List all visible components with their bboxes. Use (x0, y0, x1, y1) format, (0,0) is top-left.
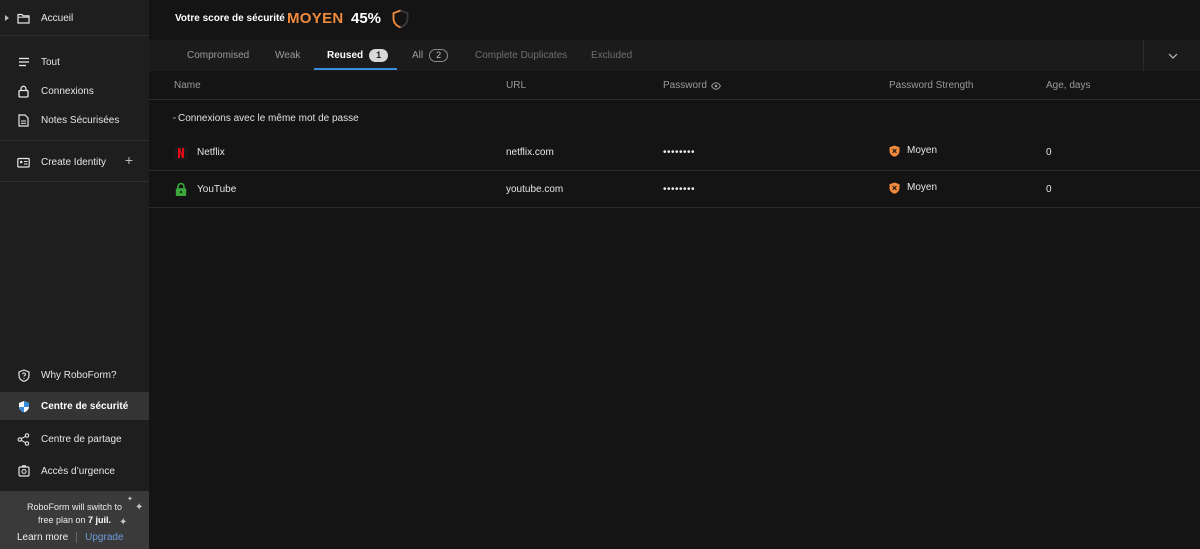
security-score-header: Votre score de sécurité MOYEN 45% (149, 0, 1200, 40)
active-tab-indicator (314, 68, 397, 70)
tabbar-divider (1143, 40, 1144, 71)
url-cell: youtube.com (506, 184, 564, 195)
sidebar-item-label: Accès d’urgence (41, 465, 115, 477)
id-card-icon (17, 156, 30, 169)
list-icon (17, 56, 30, 69)
sidebar-item-logins[interactable]: Connexions (0, 77, 149, 105)
column-header-label: Password (663, 80, 707, 91)
folder-icon (17, 12, 30, 25)
sidebar-item-security-center[interactable]: Centre de sécurité (0, 392, 149, 420)
column-header-name[interactable]: Name (174, 80, 201, 91)
note-icon (17, 113, 30, 127)
sidebar-item-emergency-access[interactable]: Accès d’urgence (0, 457, 149, 485)
column-header-strength[interactable]: Password Strength (889, 80, 974, 91)
sidebar-item-label: Why RoboForm? (41, 369, 117, 381)
netflix-icon (174, 145, 188, 160)
lock-green-icon (174, 182, 188, 197)
sidebar-divider (0, 181, 149, 182)
tab-all[interactable]: All 2 (412, 40, 449, 71)
strength-label: Moyen (907, 145, 938, 156)
tab-label: Compromised (187, 50, 250, 61)
sidebar-item-label: Centre de sécurité (41, 400, 129, 412)
table-header: Name URL Password Password Strength Age,… (149, 71, 1200, 100)
sidebar-item-why-roboform[interactable]: Why RoboForm? (0, 361, 149, 389)
shield-question-icon (17, 368, 30, 382)
table-row[interactable]: Netflix netflix.com •••••••• Moyen 0 (149, 134, 1200, 171)
sidebar-item-label: Tout (41, 56, 60, 68)
plan-switch-line2: free plan on (37, 515, 89, 525)
sidebar-divider (0, 35, 149, 36)
strength-label: Moyen (907, 182, 938, 193)
sidebar-item-label: Notes Sécurisées (41, 114, 120, 126)
plan-switch-text: RoboForm will switch to free plan on 7 j… (0, 501, 149, 527)
emergency-icon (17, 465, 30, 478)
tab-label: Reused (327, 50, 364, 61)
expand-caret-icon[interactable] (5, 15, 9, 21)
age-cell: 0 (1046, 184, 1052, 195)
sidebar-item-label: Connexions (41, 85, 94, 97)
sidebar-divider (0, 140, 149, 141)
strength-cell: Moyen (889, 132, 937, 169)
table-row[interactable]: YouTube youtube.com •••••••• Moyen 0 (149, 171, 1200, 208)
tab-label: All (412, 50, 424, 61)
group-label: Connexions avec le même mot de passe (178, 113, 359, 124)
tab-label: Complete Duplicates (475, 50, 568, 61)
tab-reused[interactable]: Reused 1 (327, 40, 389, 71)
tab-label: Excluded (591, 50, 633, 61)
sidebar-item-all[interactable]: Tout (0, 48, 149, 76)
plan-switch-date: 7 juil. (88, 515, 112, 525)
tab-count-badge: 2 (429, 49, 449, 62)
strength-shield-icon (889, 182, 900, 194)
upgrade-link[interactable]: Upgrade (85, 532, 123, 543)
sidebar-item-label: Accueil (41, 12, 74, 24)
age-cell: 0 (1046, 147, 1052, 158)
password-cell: •••••••• (663, 147, 696, 158)
url-cell: netflix.com (506, 147, 554, 158)
plan-switch-links: Learn more Upgrade (17, 532, 124, 543)
strength-cell: Moyen (889, 169, 937, 206)
link-separator (76, 532, 78, 543)
sidebar-item-secure-notes[interactable]: Notes Sécurisées (0, 106, 149, 134)
column-header-age[interactable]: Age, days (1046, 80, 1090, 91)
sidebar-item-label: Create Identity (41, 156, 107, 168)
group-header[interactable]: ⌄ Connexions avec le même mot de passe (149, 108, 1200, 128)
tab-weak[interactable]: Weak (275, 40, 300, 71)
sidebar: Accueil Tout Connexions Notes Sécurisées… (0, 0, 149, 549)
plus-icon[interactable]: + (125, 153, 133, 167)
learn-more-link[interactable]: Learn more (17, 532, 68, 543)
security-tabs: Compromised Weak Reused 1 All 2 Complete… (149, 40, 1200, 71)
security-score-percent: 45% (351, 10, 382, 27)
score-shield-icon (392, 9, 409, 32)
sidebar-item-label: Centre de partage (41, 433, 122, 445)
tab-count-badge: 1 (369, 49, 389, 62)
security-shield-icon (17, 400, 30, 413)
password-cell: •••••••• (663, 184, 696, 195)
security-score-label: Votre score de sécurité (175, 13, 285, 24)
name-cell: Netflix (174, 134, 225, 171)
sidebar-item-sharing-center[interactable]: Centre de partage (0, 425, 149, 453)
share-icon (17, 432, 30, 446)
collapse-caret-icon[interactable]: ⌄ (171, 112, 178, 121)
strength-shield-icon (889, 145, 900, 157)
eye-icon[interactable] (710, 81, 721, 90)
name-cell: YouTube (174, 171, 236, 208)
plan-switch-banner: ✦ ✦ ✦ RoboForm will switch to free plan … (0, 491, 149, 549)
sidebar-item-home[interactable]: Accueil (0, 4, 149, 32)
plan-switch-line1: RoboForm will switch to (26, 502, 123, 512)
column-header-url[interactable]: URL (506, 80, 526, 91)
row-name: YouTube (197, 184, 237, 195)
lock-icon (17, 85, 30, 98)
chevron-down-icon[interactable] (1167, 50, 1179, 62)
tab-excluded[interactable]: Excluded (591, 40, 632, 71)
tab-label: Weak (275, 50, 301, 61)
row-name: Netflix (197, 147, 225, 158)
tab-complete-duplicates[interactable]: Complete Duplicates (475, 40, 567, 71)
tab-compromised[interactable]: Compromised (187, 40, 249, 71)
security-score-level: MOYEN (287, 10, 344, 27)
sidebar-item-create-identity[interactable]: Create Identity + (0, 148, 149, 176)
column-header-password[interactable]: Password (663, 80, 721, 91)
